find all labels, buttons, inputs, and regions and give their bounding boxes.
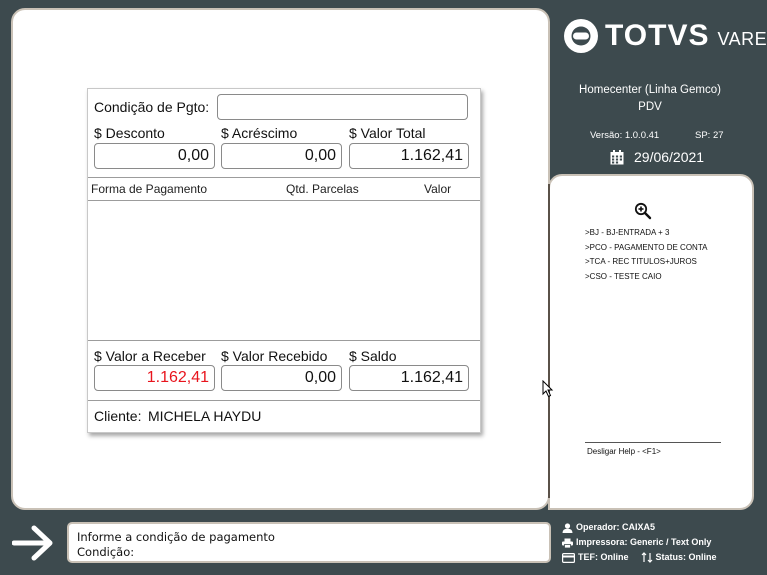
recebido-label: $ Valor Recebido: [221, 348, 328, 364]
brand-name: TOTVS: [605, 19, 710, 52]
payment-list[interactable]: [88, 201, 480, 339]
version-label: Versão: 1.0.0.41: [590, 130, 660, 141]
help-item[interactable]: >CSO - TESTE CAIO: [585, 270, 707, 285]
saldo-field: 1.162,41: [349, 365, 469, 391]
totvs-logo-icon: [564, 19, 598, 53]
date-display: 29/06/2021: [610, 149, 704, 165]
total-label: $ Valor Total: [349, 125, 426, 141]
printer-icon: [562, 538, 573, 548]
column-forma: Forma de Pagamento: [91, 182, 208, 196]
arrow-right-icon: [12, 525, 53, 561]
desconto-label: $ Desconto: [94, 125, 165, 141]
zoom-in-icon[interactable]: [634, 202, 652, 220]
calendar-icon: [610, 149, 624, 164]
message-box: Informe a condição de pagamento Condição…: [67, 522, 551, 563]
help-item[interactable]: >PCO - PAGAMENTO DE CONTA: [585, 241, 707, 256]
divider: [88, 400, 480, 401]
condicao-label: Condição de Pgto:: [94, 99, 210, 115]
column-valor: Valor: [424, 182, 452, 196]
condicao-input[interactable]: [217, 94, 468, 120]
impressora-label: Impressora: Generic / Text Only: [576, 537, 712, 547]
acrescimo-input[interactable]: 0,00: [221, 143, 342, 169]
acrescimo-label: $ Acréscimo: [221, 125, 298, 141]
mouse-cursor-icon: [542, 380, 554, 398]
receber-field: 1.162,41: [94, 365, 215, 391]
help-separator: [585, 442, 721, 443]
status-label: Status: Online: [655, 552, 717, 562]
help-item[interactable]: >BJ - BJ-ENTRADA + 3: [585, 226, 707, 241]
help-item[interactable]: >TCA - REC TITULOS+JUROS: [585, 255, 707, 270]
help-list: >BJ - BJ-ENTRADA + 3 >PCO - PAGAMENTO DE…: [585, 226, 707, 284]
tef-label: TEF: Online: [578, 552, 629, 562]
sync-arrows-icon: [641, 552, 652, 563]
credit-card-icon: [562, 552, 575, 563]
operador-label: Operador: CAIXA5: [576, 522, 656, 532]
total-field: 1.162,41: [349, 143, 469, 169]
cliente-label: Cliente:: [94, 408, 142, 424]
operador-row: Operador: CAIXA5: [562, 520, 717, 535]
panel-divider: [548, 184, 550, 498]
sp-label: SP: 27: [695, 130, 724, 141]
receber-label: $ Valor a Receber: [94, 348, 206, 364]
saldo-label: $ Saldo: [349, 348, 397, 364]
store-info: Homecenter (Linha Gemco) PDV: [565, 82, 735, 116]
store-name: Homecenter (Linha Gemco): [579, 84, 721, 96]
disable-help-label: Desligar Help - <F1>: [587, 447, 661, 456]
status-area: Operador: CAIXA5 Impressora: Generic / T…: [562, 520, 717, 565]
tef-row: TEF: Online Status: Online: [562, 550, 717, 565]
impressora-row: Impressora: Generic / Text Only: [562, 535, 717, 550]
brand-sub: VAREJO: [717, 28, 767, 49]
desconto-input[interactable]: 0,00: [94, 143, 215, 169]
column-parcelas: Qtd. Parcelas: [286, 182, 359, 196]
totvs-logo: TOTVS VAREJO: [563, 18, 767, 54]
store-mode: PDV: [638, 101, 662, 113]
help-panel: [548, 174, 754, 510]
payment-dialog: Condição de Pgto: $ Desconto $ Acréscimo…: [87, 88, 481, 433]
message-line-2: Condição:: [77, 545, 135, 559]
user-icon: [562, 522, 573, 533]
cliente-value: MICHELA HAYDU: [148, 408, 262, 424]
message-line-1: Informe a condição de pagamento: [77, 530, 275, 544]
divider: [88, 177, 480, 178]
recebido-field: 0,00: [221, 365, 342, 391]
divider: [88, 340, 480, 341]
date-value: 29/06/2021: [634, 149, 705, 165]
